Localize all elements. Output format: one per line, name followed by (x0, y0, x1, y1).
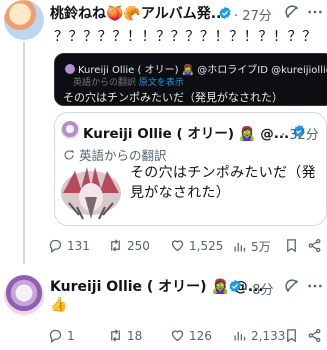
post-time[interactable]: · 8分 (244, 279, 274, 298)
views-button[interactable]: 5万 (232, 238, 271, 255)
heart-icon (171, 330, 184, 342)
bookmark-button[interactable] (284, 328, 299, 343)
image-body: その穴はチンポみたいだ（発見がなされた） (63, 91, 283, 104)
reply-button[interactable]: 1 (48, 328, 75, 343)
quote-author-name: Kureiji Ollie ( オリー) 🧟‍♀️ @... (83, 126, 290, 142)
quote-text: その穴はチンポみたいだ（発見がなされた） (130, 165, 316, 201)
share-icon (308, 238, 321, 253)
grok-icon[interactable] (283, 277, 301, 295)
thread-line (23, 42, 25, 264)
share-button[interactable] (307, 238, 322, 253)
bookmark-icon (287, 329, 296, 343)
views-icon (234, 331, 246, 341)
bookmark-button[interactable] (284, 238, 299, 253)
action-bar: 1 18 126 2,133 (48, 328, 327, 348)
image-header: Kureiji Ollie ( オリー) 🧟‍♀️ @ホロライブID @kure… (65, 61, 327, 76)
reply-icon (49, 239, 62, 253)
reply-icon (49, 329, 62, 343)
quote-image (57, 163, 125, 221)
post-header: 桃鈴ねね🍑🥐アルバム発... (50, 3, 227, 23)
attached-image[interactable]: Kureiji Ollie ( オリー) 🧟‍♀️ @ホロライブID @kure… (54, 53, 327, 106)
verified-badge-icon (219, 6, 231, 20)
image-translation: 英語からの翻訳 原文を表示 (73, 78, 184, 88)
more-icon[interactable] (307, 278, 323, 294)
avatar[interactable] (4, 0, 44, 40)
post-text: ？？？？？！！？？？？！？！？！？？ (54, 29, 317, 45)
views-button[interactable]: 2,133 (232, 328, 285, 343)
quote-translation: 英語からの翻訳 (63, 145, 167, 164)
verified-badge-icon (229, 279, 241, 293)
grok-icon[interactable] (283, 3, 301, 21)
quote-time: · 32分 (281, 128, 319, 143)
heart-icon (171, 240, 184, 252)
avatar[interactable] (4, 275, 44, 315)
views-icon (234, 242, 246, 252)
action-bar: 131 250 1,525 5万 (48, 238, 327, 258)
share-button[interactable] (307, 328, 322, 343)
reply-button[interactable]: 131 (48, 238, 90, 253)
repost-button[interactable]: 18 (108, 328, 142, 343)
repost-icon (111, 239, 120, 252)
repost-icon (111, 329, 120, 342)
like-button[interactable]: 126 (170, 328, 212, 343)
repost-button[interactable]: 250 (108, 238, 150, 253)
quote-avatar (61, 121, 79, 139)
post-time[interactable]: · 27分 (234, 5, 272, 24)
post-text: 👍 (50, 297, 68, 313)
translate-icon (64, 150, 74, 160)
bookmark-icon (287, 239, 296, 253)
share-icon (308, 328, 321, 343)
author-name[interactable]: 桃鈴ねね🍑🥐アルバム発... (50, 6, 227, 22)
more-icon[interactable] (307, 4, 323, 20)
avatar (65, 64, 75, 74)
like-button[interactable]: 1,525 (170, 238, 223, 253)
